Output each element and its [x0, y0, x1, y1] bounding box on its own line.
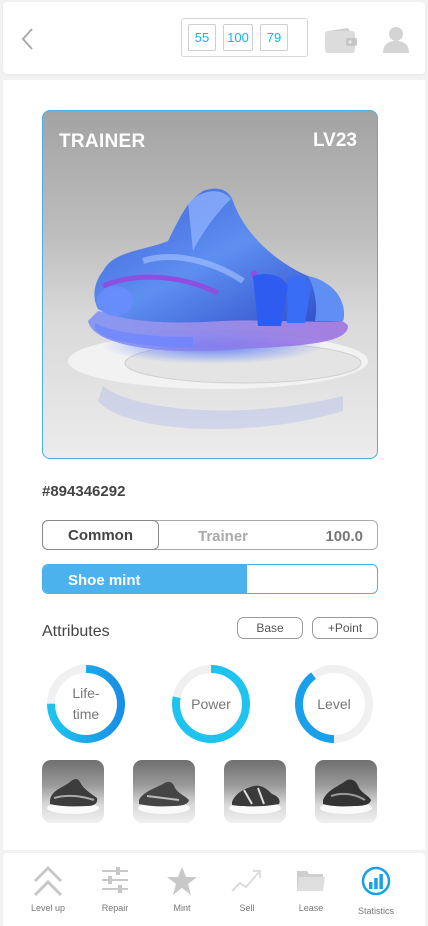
shoe-card[interactable]: TRAINER LV23	[42, 110, 378, 459]
level-ring: Level	[293, 663, 375, 745]
shoe-image	[68, 188, 368, 430]
wallet-icon	[325, 28, 357, 53]
profile-button[interactable]	[382, 26, 410, 59]
base-button[interactable]: Base	[237, 617, 303, 639]
tab-mint[interactable]: Mint	[147, 853, 217, 926]
shoe-type-value: 100.0	[325, 528, 363, 545]
tab-lease-label: Lease	[298, 903, 324, 913]
trend-up-icon	[231, 870, 261, 892]
add-point-button[interactable]: +Point	[312, 617, 378, 639]
folder-icon	[297, 871, 325, 891]
shoe-thumbnail-icon	[138, 781, 190, 814]
tab-mint-label: Mint	[173, 903, 191, 913]
shoe-thumbnail-icon	[47, 779, 99, 814]
counter-3: 79	[260, 24, 288, 51]
top-bar: 55 100 79	[3, 2, 425, 74]
chevron-left-icon	[21, 28, 33, 50]
shoe-thumbnail-icon	[320, 779, 372, 814]
slot-thumbnail-3[interactable]	[224, 760, 286, 823]
tab-statistics[interactable]: Statistics	[341, 853, 411, 926]
slot-thumbnail-1[interactable]	[42, 760, 104, 823]
shoe-type-label: Trainer	[198, 528, 249, 545]
rarity-badge[interactable]: Common	[42, 520, 159, 550]
counter-1: 55	[188, 24, 216, 51]
slot-thumbnail-2[interactable]	[133, 760, 195, 823]
shoe-type-bar: Common Trainer 100.0	[42, 520, 378, 550]
tab-statistics-label: Statistics	[357, 906, 394, 916]
lifetime-label: Life-time	[45, 663, 127, 745]
energy-counters: 55 100 79	[181, 18, 308, 57]
sliders-icon	[102, 867, 128, 893]
star-icon	[167, 867, 197, 895]
counter-2: 100	[223, 24, 253, 51]
back-button[interactable]	[19, 26, 41, 54]
bottom-tab-bar: Level up Repair Mint Sell Lease Statisti…	[3, 853, 425, 926]
lifetime-label-line1: Life-	[72, 685, 100, 701]
shoe-type-title: TRAINER	[59, 131, 146, 152]
tab-sell[interactable]: Sell	[212, 853, 282, 926]
lifetime-ring: Life-time	[45, 663, 127, 745]
tab-lease[interactable]: Lease	[276, 853, 346, 926]
tab-level-up[interactable]: Level up	[13, 853, 83, 926]
shoe-level: LV23	[312, 130, 357, 151]
attributes-title: Attributes	[42, 623, 110, 640]
chevrons-up-icon	[33, 865, 63, 897]
level-label: Level	[317, 695, 351, 712]
stats-circle-icon	[361, 866, 391, 896]
lifetime-label-line2: time	[72, 706, 100, 722]
power-ring: Power	[170, 663, 252, 745]
wallet-button[interactable]	[324, 28, 358, 59]
slot-thumbnail-4[interactable]	[315, 760, 377, 823]
user-icon	[383, 27, 409, 53]
shoe-thumbnail-icon	[229, 785, 281, 814]
shoe-mint-button[interactable]: Shoe mint	[42, 564, 378, 594]
tab-level-up-label: Level up	[30, 903, 66, 913]
shoe-id: #894346292	[42, 483, 126, 500]
power-label: Power	[191, 695, 231, 712]
tab-repair[interactable]: Repair	[80, 853, 150, 926]
shoe-mint-label: Shoe mint	[68, 572, 141, 589]
tab-repair-label: Repair	[101, 903, 129, 913]
tab-sell-label: Sell	[239, 903, 255, 913]
